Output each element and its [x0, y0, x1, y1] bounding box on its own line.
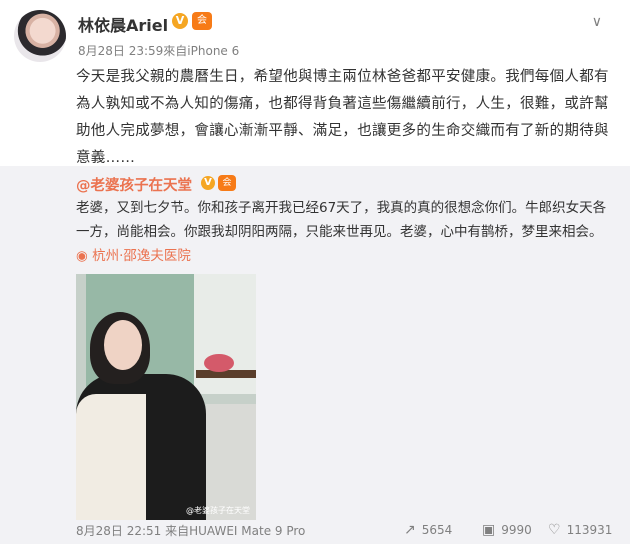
comment-button[interactable]: ▣ 9990 — [482, 522, 532, 538]
photo-watermark: @老婆孩子在天堂 — [186, 506, 250, 515]
chair — [206, 404, 256, 520]
table — [196, 370, 256, 378]
post-header: 林依晨Ariel V 会 8月28日 23:59來自iPhone 6 ∨ — [10, 8, 610, 64]
comment-icon: ▣ — [482, 522, 496, 538]
woman-face — [104, 320, 142, 370]
like-button[interactable]: ♡ 113931 — [548, 522, 612, 538]
repost-body: 老婆，又到七夕节。你和孩子离开我已经67天了，我真的真的很想念你们。牛郎织女天各… — [76, 200, 607, 240]
weibo-post: 林依晨Ariel V 会 8月28日 23:59來自iPhone 6 ∨ 今天是… — [0, 0, 630, 544]
repost-button[interactable]: ↗ 5654 — [404, 522, 452, 538]
repost-text: 老婆，又到七夕节。你和孩子离开我已经67天了，我真的真的很想念你们。牛郎织女天各… — [76, 196, 616, 268]
member-badge-icon[interactable]: 会 — [218, 175, 236, 191]
repost-footer: 8月28日 22:51 来自HUAWEI Mate 9 Pro ↗ 5654 ▣ 9… — [76, 522, 616, 544]
like-icon: ♡ — [548, 522, 561, 538]
chevron-down-icon[interactable]: ∨ — [592, 14, 602, 30]
repost-author[interactable]: @老婆孩子在天堂 — [76, 174, 192, 195]
verified-badge-icon: V — [201, 176, 215, 190]
location-pin-icon: ◉ — [76, 248, 88, 264]
repost-card[interactable]: @老婆孩子在天堂 V 会 老婆，又到七夕节。你和孩子离开我已经67天了，我真的真… — [0, 166, 630, 544]
flowers — [204, 354, 234, 372]
comment-count: 9990 — [501, 523, 532, 537]
post-meta[interactable]: 8月28日 23:59來自iPhone 6 — [78, 42, 239, 59]
repost-photo[interactable]: @老婆孩子在天堂 — [76, 274, 256, 520]
avatar[interactable] — [14, 10, 66, 62]
verified-badge-icon: V — [172, 13, 188, 29]
like-count: 113931 — [566, 523, 613, 537]
location-link[interactable]: ◉ 杭州·邵逸夫医院 — [76, 248, 191, 264]
shawl — [76, 394, 146, 520]
location-label: 杭州·邵逸夫医院 — [92, 248, 191, 264]
repost-meta[interactable]: 8月28日 22:51 来自HUAWEI Mate 9 Pro — [76, 522, 305, 539]
repost-icon: ↗ — [404, 522, 416, 538]
member-badge-icon[interactable]: 会 — [192, 12, 212, 30]
post-text: 今天是我父親的農曆生日，希望他與博主兩位林爸爸都平安健康。我們每個人都有為人孰知… — [76, 69, 609, 166]
repost-count: 5654 — [421, 523, 453, 537]
author-name[interactable]: 林依晨Ariel — [78, 12, 168, 36]
